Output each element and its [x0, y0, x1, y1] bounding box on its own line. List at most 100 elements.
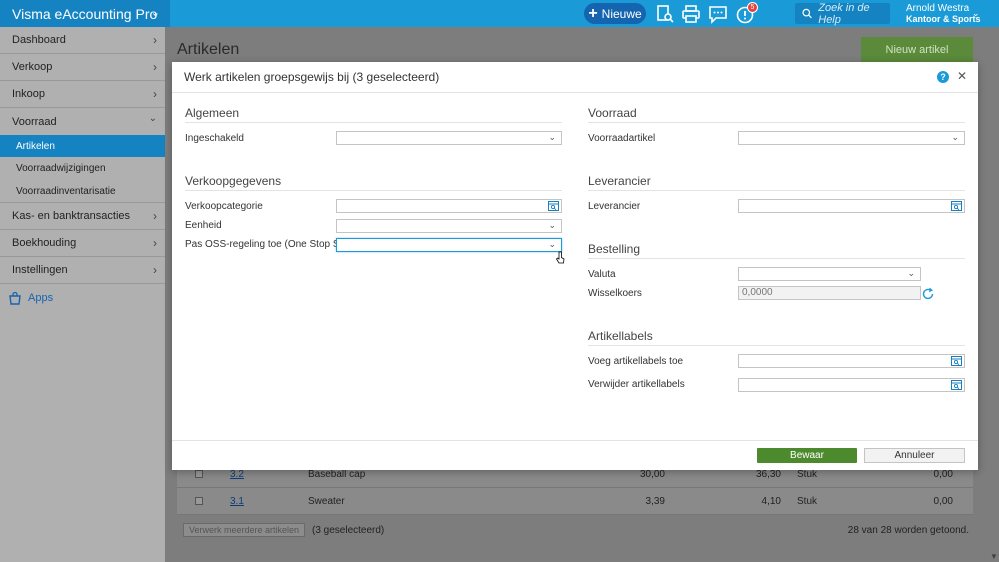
stock-item-label: Voorraadartikel — [588, 133, 656, 144]
item-unit: Stuk — [797, 495, 818, 507]
lookup-icon[interactable] — [951, 201, 962, 211]
dialog-title: Werk artikelen groepsgewijs bij (3 gesel… — [184, 70, 440, 84]
mouse-cursor-icon — [555, 251, 565, 264]
oss-select[interactable]: ⌄ — [336, 238, 562, 252]
print-icon[interactable] — [681, 4, 701, 24]
chevron-down-icon: ⌄ — [907, 268, 915, 278]
divider — [588, 190, 965, 191]
bulk-edit-dialog: Werk artikelen groepsgewijs bij (3 gesel… — [172, 62, 978, 470]
help-search-input[interactable]: Zoek in de Help — [795, 1, 890, 26]
app-name: Visma eAccounting Pro — [12, 5, 158, 22]
chevron-right-icon: › — [153, 87, 157, 101]
divider — [588, 122, 965, 123]
item-code-link[interactable]: 3.1 — [230, 496, 244, 507]
supplier-label: Leverancier — [588, 201, 641, 212]
row-checkbox[interactable] — [195, 470, 203, 478]
item-unit: Stuk — [797, 468, 818, 480]
chevron-right-icon: › — [153, 33, 157, 47]
sidebar-item-label: Instellingen — [12, 264, 68, 276]
item-stock: 0,00 — [933, 495, 953, 507]
unit-select[interactable]: ⌄ — [336, 219, 562, 233]
sidebar-subitem-voorraadinventarisatie[interactable]: Voorraadinventarisatie — [0, 180, 165, 203]
new-button-label: Nieuwe — [601, 6, 642, 21]
list-footer: Verwerk meerdere artikelen (3 geselectee… — [177, 517, 973, 543]
cancel-button[interactable]: Annuleer — [864, 448, 965, 463]
enabled-select[interactable]: ⌄ — [336, 131, 562, 145]
sidebar-item-boekhouding[interactable]: Boekhouding › — [0, 230, 165, 257]
new-item-button[interactable]: Nieuw artikel — [861, 37, 973, 63]
refresh-icon[interactable] — [921, 287, 935, 301]
divider — [172, 440, 978, 441]
new-button[interactable]: + Nieuwe — [584, 3, 646, 24]
divider — [588, 258, 965, 259]
item-code-link[interactable]: 3.2 — [230, 469, 244, 480]
section-title-order: Bestelling — [588, 242, 641, 256]
enabled-label: Ingeschakeld — [185, 133, 244, 144]
chat-icon[interactable] — [708, 4, 728, 24]
sidebar-item-verkoop[interactable]: Verkoop › — [0, 54, 165, 81]
item-stock: 0,00 — [933, 468, 953, 480]
divider — [185, 122, 562, 123]
supplier-lookup[interactable] — [738, 199, 965, 213]
add-labels-lookup[interactable] — [738, 354, 965, 368]
sidebar-item-label: Kas- en banktransacties — [12, 210, 131, 222]
chevron-down-icon: ⌄ — [548, 220, 556, 230]
sidebar-item-instellingen[interactable]: Instellingen › — [0, 257, 165, 284]
currency-label: Valuta — [588, 269, 616, 280]
sidebar-item-label: Boekhouding — [12, 237, 77, 249]
sidebar: Dashboard › Verkoop › Inkoop › Voorraad … — [0, 27, 165, 562]
app-switcher[interactable]: Visma eAccounting Pro ⌄ — [0, 0, 170, 27]
lookup-icon[interactable] — [951, 356, 962, 366]
close-icon[interactable]: ✕ — [957, 69, 967, 83]
chevron-down-icon[interactable]: ⌄ — [972, 8, 980, 19]
item-price-incl: 4,10 — [761, 495, 781, 507]
sidebar-subitem-voorraadwijzigingen[interactable]: Voorraadwijzigingen — [0, 157, 165, 180]
document-search-icon[interactable] — [655, 4, 675, 24]
user-menu[interactable]: Arnold Westra Kantoor & Sports — [906, 3, 981, 25]
sidebar-item-label: Verkoop — [12, 61, 53, 73]
chevron-right-icon: › — [153, 236, 157, 250]
stock-item-select[interactable]: ⌄ — [738, 131, 965, 145]
company-name: Kantoor & Sports — [906, 14, 981, 24]
item-price: 3,39 — [645, 495, 665, 507]
section-title-labels: Artikellabels — [588, 329, 653, 343]
remove-labels-lookup[interactable] — [738, 378, 965, 392]
sales-category-label: Verkoopcategorie — [185, 201, 263, 212]
sidebar-item-inkoop[interactable]: Inkoop › — [0, 81, 165, 108]
search-icon — [802, 8, 812, 19]
sidebar-subitem-artikelen[interactable]: Artikelen — [0, 135, 165, 157]
chevron-right-icon: › — [153, 209, 157, 223]
dialog-header: Werk artikelen groepsgewijs bij (3 gesel… — [172, 62, 978, 93]
item-price: 30,00 — [639, 468, 665, 480]
search-placeholder: Zoek in de Help — [818, 1, 870, 26]
chevron-down-icon: ⌄ — [150, 7, 160, 19]
user-name: Arnold Westra — [906, 3, 970, 14]
sidebar-item-label: Dashboard — [12, 34, 66, 46]
save-button[interactable]: Bewaar — [757, 448, 857, 463]
sales-category-lookup[interactable] — [336, 199, 562, 213]
unit-label: Eenheid — [185, 220, 222, 231]
chevron-right-icon: › — [153, 60, 157, 74]
row-checkbox[interactable] — [195, 497, 203, 505]
shopping-bag-icon — [9, 291, 21, 305]
scroll-down-icon[interactable]: ▼ — [990, 552, 998, 561]
top-bar: Visma eAccounting Pro ⌄ + Nieuwe 5 Zoek … — [0, 0, 999, 27]
help-icon[interactable]: ? — [937, 71, 949, 83]
table-row[interactable]: 3.1 Sweater 3,39 4,10 Stuk 0,00 — [177, 488, 973, 515]
divider — [185, 190, 562, 191]
section-title-stock: Voorraad — [588, 106, 637, 120]
sidebar-item-apps[interactable]: Apps — [0, 284, 165, 312]
item-name: Baseball cap — [308, 468, 366, 480]
sidebar-item-kas-en-bank[interactable]: Kas- en banktransacties › — [0, 203, 165, 230]
plus-icon: + — [588, 4, 598, 22]
sidebar-item-voorraad[interactable]: Voorraad ⌄ — [0, 108, 165, 135]
lookup-icon[interactable] — [548, 201, 559, 211]
chevron-down-icon: ⌄ — [548, 132, 556, 142]
sidebar-item-dashboard[interactable]: Dashboard › — [0, 27, 165, 54]
remove-labels-label: Verwijder artikellabels — [588, 379, 685, 390]
bulk-edit-button[interactable]: Verwerk meerdere artikelen — [183, 523, 305, 537]
currency-select[interactable]: ⌄ — [738, 267, 921, 281]
exchange-rate-label: Wisselkoers — [588, 288, 642, 299]
lookup-icon[interactable] — [951, 380, 962, 390]
section-title-general: Algemeen — [185, 106, 240, 120]
